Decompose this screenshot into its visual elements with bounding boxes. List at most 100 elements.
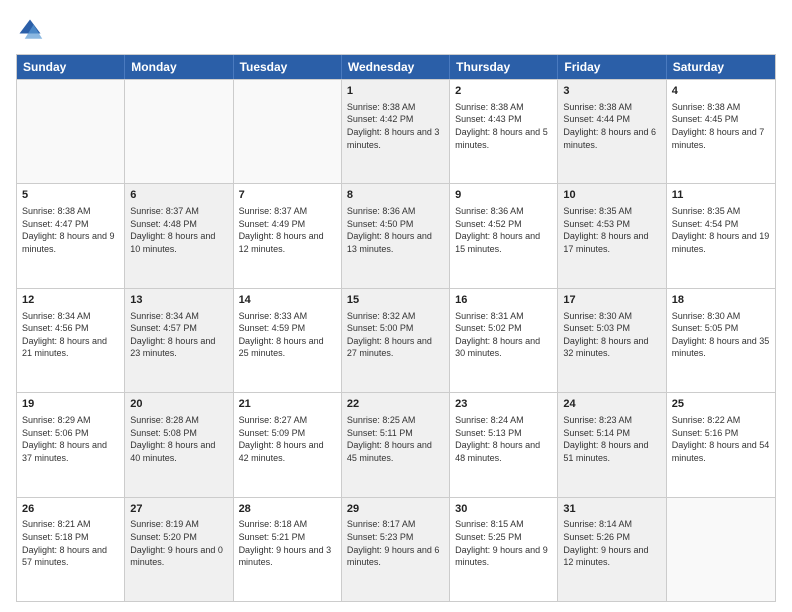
calendar-cell: 20 Sunrise: 8:28 AM Sunset: 5:08 PM Dayli… [125, 393, 233, 496]
day-number: 24 [563, 397, 660, 412]
day-number: 5 [22, 188, 119, 203]
day-number: 11 [672, 188, 770, 203]
day-number: 7 [239, 188, 336, 203]
calendar-cell: 10 Sunrise: 8:35 AM Sunset: 4:53 PM Dayli… [558, 184, 666, 287]
calendar-cell: 8 Sunrise: 8:36 AM Sunset: 4:50 PM Daylig… [342, 184, 450, 287]
day-number: 26 [22, 502, 119, 517]
logo [16, 16, 48, 44]
cell-info: Sunrise: 8:37 AM Sunset: 4:48 PM Dayligh… [130, 205, 227, 255]
cell-info: Sunrise: 8:35 AM Sunset: 4:54 PM Dayligh… [672, 205, 770, 255]
day-number: 29 [347, 502, 444, 517]
calendar-header: SundayMondayTuesdayWednesdayThursdayFrid… [17, 55, 775, 79]
cell-info: Sunrise: 8:33 AM Sunset: 4:59 PM Dayligh… [239, 310, 336, 360]
calendar-week: 19 Sunrise: 8:29 AM Sunset: 5:06 PM Dayli… [17, 392, 775, 496]
calendar-week: 5 Sunrise: 8:38 AM Sunset: 4:47 PM Daylig… [17, 183, 775, 287]
calendar-cell: 5 Sunrise: 8:38 AM Sunset: 4:47 PM Daylig… [17, 184, 125, 287]
calendar-cell: 22 Sunrise: 8:25 AM Sunset: 5:11 PM Dayli… [342, 393, 450, 496]
calendar-cell [17, 80, 125, 183]
day-number: 19 [22, 397, 119, 412]
calendar-cell: 11 Sunrise: 8:35 AM Sunset: 4:54 PM Dayli… [667, 184, 775, 287]
day-number: 13 [130, 293, 227, 308]
cell-info: Sunrise: 8:31 AM Sunset: 5:02 PM Dayligh… [455, 310, 552, 360]
calendar-cell: 1 Sunrise: 8:38 AM Sunset: 4:42 PM Daylig… [342, 80, 450, 183]
header [16, 16, 776, 44]
cell-info: Sunrise: 8:19 AM Sunset: 5:20 PM Dayligh… [130, 518, 227, 568]
cal-header-day: Thursday [450, 55, 558, 79]
calendar-cell: 23 Sunrise: 8:24 AM Sunset: 5:13 PM Dayli… [450, 393, 558, 496]
calendar-cell: 7 Sunrise: 8:37 AM Sunset: 4:49 PM Daylig… [234, 184, 342, 287]
cell-info: Sunrise: 8:30 AM Sunset: 5:05 PM Dayligh… [672, 310, 770, 360]
calendar-cell: 27Sunrise: 8:19 AM Sunset: 5:20 PM Dayli… [125, 498, 233, 601]
cell-info: Sunrise: 8:14 AM Sunset: 5:26 PM Dayligh… [563, 518, 660, 568]
cell-info: Sunrise: 8:35 AM Sunset: 4:53 PM Dayligh… [563, 205, 660, 255]
cell-info: Sunrise: 8:29 AM Sunset: 5:06 PM Dayligh… [22, 414, 119, 464]
cell-info: Sunrise: 8:32 AM Sunset: 5:00 PM Dayligh… [347, 310, 444, 360]
day-number: 6 [130, 188, 227, 203]
day-number: 23 [455, 397, 552, 412]
cell-info: Sunrise: 8:34 AM Sunset: 4:57 PM Dayligh… [130, 310, 227, 360]
day-number: 1 [347, 84, 444, 99]
day-number: 25 [672, 397, 770, 412]
cell-info: Sunrise: 8:23 AM Sunset: 5:14 PM Dayligh… [563, 414, 660, 464]
calendar-cell: 26Sunrise: 8:21 AM Sunset: 5:18 PM Dayli… [17, 498, 125, 601]
cell-info: Sunrise: 8:15 AM Sunset: 5:25 PM Dayligh… [455, 518, 552, 568]
cell-info: Sunrise: 8:34 AM Sunset: 4:56 PM Dayligh… [22, 310, 119, 360]
day-number: 27 [130, 502, 227, 517]
day-number: 28 [239, 502, 336, 517]
calendar-cell: 31Sunrise: 8:14 AM Sunset: 5:26 PM Dayli… [558, 498, 666, 601]
cal-header-day: Wednesday [342, 55, 450, 79]
calendar-cell [667, 498, 775, 601]
calendar-cell: 3Sunrise: 8:38 AM Sunset: 4:44 PM Daylig… [558, 80, 666, 183]
calendar-cell: 12Sunrise: 8:34 AM Sunset: 4:56 PM Dayli… [17, 289, 125, 392]
calendar-cell: 30Sunrise: 8:15 AM Sunset: 5:25 PM Dayli… [450, 498, 558, 601]
day-number: 9 [455, 188, 552, 203]
day-number: 17 [563, 293, 660, 308]
day-number: 4 [672, 84, 770, 99]
calendar-cell: 2 Sunrise: 8:38 AM Sunset: 4:43 PM Daylig… [450, 80, 558, 183]
day-number: 31 [563, 502, 660, 517]
cell-info: Sunrise: 8:36 AM Sunset: 4:52 PM Dayligh… [455, 205, 552, 255]
logo-icon [16, 16, 44, 44]
calendar-cell: 6 Sunrise: 8:37 AM Sunset: 4:48 PM Daylig… [125, 184, 233, 287]
cell-info: Sunrise: 8:18 AM Sunset: 5:21 PM Dayligh… [239, 518, 336, 568]
cell-info: Sunrise: 8:30 AM Sunset: 5:03 PM Dayligh… [563, 310, 660, 360]
cell-info: Sunrise: 8:38 AM Sunset: 4:42 PM Dayligh… [347, 101, 444, 151]
cell-info: Sunrise: 8:36 AM Sunset: 4:50 PM Dayligh… [347, 205, 444, 255]
calendar-cell: 15Sunrise: 8:32 AM Sunset: 5:00 PM Dayli… [342, 289, 450, 392]
day-number: 10 [563, 188, 660, 203]
calendar-cell: 16Sunrise: 8:31 AM Sunset: 5:02 PM Dayli… [450, 289, 558, 392]
cell-info: Sunrise: 8:24 AM Sunset: 5:13 PM Dayligh… [455, 414, 552, 464]
cell-info: Sunrise: 8:21 AM Sunset: 5:18 PM Dayligh… [22, 518, 119, 568]
day-number: 20 [130, 397, 227, 412]
calendar-cell: 24 Sunrise: 8:23 AM Sunset: 5:14 PM Dayli… [558, 393, 666, 496]
calendar: SundayMondayTuesdayWednesdayThursdayFrid… [16, 54, 776, 602]
calendar-cell: 13 Sunrise: 8:34 AM Sunset: 4:57 PM Dayli… [125, 289, 233, 392]
cell-info: Sunrise: 8:28 AM Sunset: 5:08 PM Dayligh… [130, 414, 227, 464]
cell-info: Sunrise: 8:27 AM Sunset: 5:09 PM Dayligh… [239, 414, 336, 464]
day-number: 2 [455, 84, 552, 99]
calendar-cell [234, 80, 342, 183]
calendar-cell: 21 Sunrise: 8:27 AM Sunset: 5:09 PM Dayli… [234, 393, 342, 496]
cell-info: Sunrise: 8:38 AM Sunset: 4:44 PM Dayligh… [563, 101, 660, 151]
calendar-cell: 25Sunrise: 8:22 AM Sunset: 5:16 PM Dayli… [667, 393, 775, 496]
calendar-week: 12Sunrise: 8:34 AM Sunset: 4:56 PM Dayli… [17, 288, 775, 392]
cell-info: Sunrise: 8:17 AM Sunset: 5:23 PM Dayligh… [347, 518, 444, 568]
cell-info: Sunrise: 8:25 AM Sunset: 5:11 PM Dayligh… [347, 414, 444, 464]
calendar-cell: 9 Sunrise: 8:36 AM Sunset: 4:52 PM Daylig… [450, 184, 558, 287]
calendar-cell: 17 Sunrise: 8:30 AM Sunset: 5:03 PM Dayli… [558, 289, 666, 392]
cell-info: Sunrise: 8:38 AM Sunset: 4:43 PM Dayligh… [455, 101, 552, 151]
cell-info: Sunrise: 8:38 AM Sunset: 4:45 PM Dayligh… [672, 101, 770, 151]
calendar-week: 26Sunrise: 8:21 AM Sunset: 5:18 PM Dayli… [17, 497, 775, 601]
cal-header-day: Tuesday [234, 55, 342, 79]
cell-info: Sunrise: 8:37 AM Sunset: 4:49 PM Dayligh… [239, 205, 336, 255]
calendar-cell [125, 80, 233, 183]
day-number: 8 [347, 188, 444, 203]
day-number: 21 [239, 397, 336, 412]
day-number: 30 [455, 502, 552, 517]
day-number: 14 [239, 293, 336, 308]
calendar-cell: 14 Sunrise: 8:33 AM Sunset: 4:59 PM Dayli… [234, 289, 342, 392]
page: SundayMondayTuesdayWednesdayThursdayFrid… [0, 0, 792, 612]
cell-info: Sunrise: 8:38 AM Sunset: 4:47 PM Dayligh… [22, 205, 119, 255]
day-number: 22 [347, 397, 444, 412]
calendar-week: 1 Sunrise: 8:38 AM Sunset: 4:42 PM Daylig… [17, 79, 775, 183]
